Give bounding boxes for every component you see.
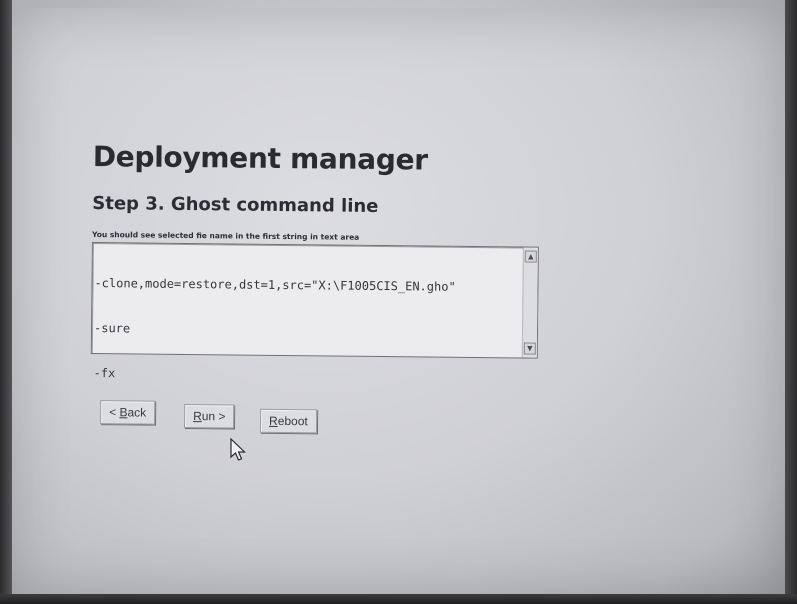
reboot-label: eboot [277, 413, 308, 429]
command-line-textarea[interactable]: -clone,mode=restore,dst=1,src="X:\F1005C… [90, 241, 539, 380]
step-title: Step 3. Ghost command line [92, 192, 379, 217]
run-button[interactable]: Run > [183, 403, 235, 429]
command-line-1: -clone,mode=restore,dst=1,src="X:\F1005C… [94, 276, 456, 294]
back-button[interactable]: < Back [100, 400, 156, 425]
command-lines: -clone,mode=restore,dst=1,src="X:\F1005C… [93, 246, 456, 415]
navigation-buttons: < Back Run > Reboot [90, 400, 570, 445]
run-label: un > [201, 409, 226, 424]
monitor-bezel-bottom [0, 594, 797, 604]
run-accel: R [193, 409, 202, 424]
deployment-page: Deployment manager Step 3. Ghost command… [90, 140, 573, 445]
arrow-down-icon[interactable]: ▼ [523, 342, 536, 355]
page-title: Deployment manager [92, 140, 428, 177]
monitor-bezel-right [785, 0, 797, 604]
command-line-3: -fx [93, 366, 116, 381]
reboot-accel: R [268, 413, 278, 428]
textarea-scrollbar[interactable]: ▲ ▼ [521, 247, 538, 358]
back-label: ack [127, 405, 147, 420]
reboot-button[interactable]: Reboot [259, 408, 317, 434]
back-prefix: < [109, 405, 120, 420]
monitor-bezel-left [0, 0, 12, 604]
arrow-up-icon[interactable]: ▲ [524, 250, 537, 263]
command-line-2: -sure [93, 321, 131, 336]
mouse-pointer-icon [230, 438, 246, 461]
photo-background: Deployment manager Step 3. Ghost command… [0, 0, 797, 604]
